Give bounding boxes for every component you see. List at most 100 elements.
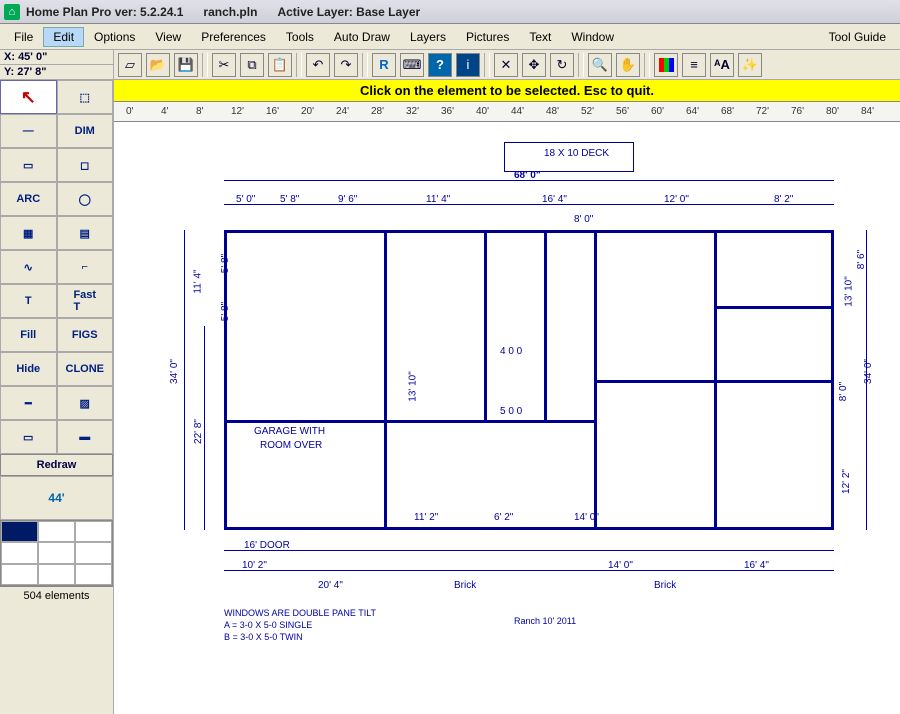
tool-grid[interactable]: ▦ bbox=[0, 216, 57, 250]
floor-plan: 18 X 10 DECK 68' 0" 5' 0" 5' 8" 9' 6" 11… bbox=[154, 136, 870, 636]
menu-edit[interactable]: Edit bbox=[43, 27, 84, 47]
tool-line[interactable]: — bbox=[0, 114, 57, 148]
ruler-tick: 56' bbox=[616, 106, 629, 117]
cut-icon[interactable]: ✂ bbox=[212, 53, 236, 77]
save-icon[interactable]: 💾 bbox=[174, 53, 198, 77]
tool-text[interactable]: T bbox=[0, 284, 57, 318]
zoom-icon[interactable]: 🔍 bbox=[588, 53, 612, 77]
menu-bar: File Edit Options View Preferences Tools… bbox=[0, 24, 900, 50]
color-swatch[interactable] bbox=[38, 521, 75, 542]
color-swatch[interactable] bbox=[38, 564, 75, 585]
ruler-tick: 48' bbox=[546, 106, 559, 117]
menu-window[interactable]: Window bbox=[561, 27, 624, 47]
help-icon[interactable]: ? bbox=[428, 53, 452, 77]
tool-hide[interactable]: Hide bbox=[0, 352, 57, 386]
new-icon[interactable]: ▱ bbox=[118, 53, 142, 77]
font-icon[interactable]: ᴬA bbox=[710, 53, 734, 77]
tool-pattern[interactable]: ▨ bbox=[57, 386, 114, 420]
ruler-tick: 84' bbox=[861, 106, 874, 117]
move-icon[interactable]: ✥ bbox=[522, 53, 546, 77]
title-bar: ⌂ Home Plan Pro ver: 5.2.24.1 ranch.pln … bbox=[0, 0, 900, 24]
tool-curve[interactable]: ∿ bbox=[0, 250, 57, 284]
main-toolbar: ▱ 📂 💾 ✂ ⧉ 📋 ↶ ↷ R ⌨ ? i ✕ ✥ ↻ 🔍 ✋ ≡ ᴬA ✨ bbox=[114, 50, 900, 79]
tool-pointer[interactable]: ↖ bbox=[0, 80, 57, 114]
calc-icon[interactable]: ⌨ bbox=[400, 53, 424, 77]
ruler-tick: 60' bbox=[651, 106, 664, 117]
ruler-tick: 20' bbox=[301, 106, 314, 117]
color-swatch[interactable] bbox=[75, 521, 112, 542]
ruler-tick: 32' bbox=[406, 106, 419, 117]
element-count: 504 elements bbox=[0, 586, 113, 604]
tool-clone[interactable]: CLONE bbox=[57, 352, 114, 386]
color-swatch[interactable] bbox=[1, 542, 38, 563]
ruler-tick: 12' bbox=[231, 106, 244, 117]
paste-icon[interactable]: 📋 bbox=[268, 53, 292, 77]
tool-panel: ↖⬚—DIM▭◻ARC◯▦▤∿⌐TFastTFillFIGSHideCLONE━… bbox=[0, 80, 114, 714]
delete-icon[interactable]: ✕ bbox=[494, 53, 518, 77]
linestyle-icon[interactable]: ≡ bbox=[682, 53, 706, 77]
ruler-tick: 76' bbox=[791, 106, 804, 117]
redo-icon[interactable]: ↷ bbox=[334, 53, 358, 77]
drawing-canvas[interactable]: 18 X 10 DECK 68' 0" 5' 0" 5' 8" 9' 6" 11… bbox=[114, 122, 900, 714]
tool-dim[interactable]: DIM bbox=[57, 114, 114, 148]
effects-icon[interactable]: ✨ bbox=[738, 53, 762, 77]
menu-pictures[interactable]: Pictures bbox=[456, 27, 519, 47]
menu-view[interactable]: View bbox=[145, 27, 191, 47]
tool-select-rect[interactable]: ⬚ bbox=[57, 80, 114, 114]
ruler-tick: 36' bbox=[441, 106, 454, 117]
ruler-tick: 80' bbox=[826, 106, 839, 117]
color-swatch[interactable] bbox=[1, 521, 38, 542]
ruler-icon[interactable]: R bbox=[372, 53, 396, 77]
tool-fill[interactable]: Fill bbox=[0, 318, 57, 352]
tool-circle[interactable]: ◯ bbox=[57, 182, 114, 216]
coordinate-display: X: 45' 0" Y: 27' 8" bbox=[0, 50, 114, 79]
ruler-tick: 28' bbox=[371, 106, 384, 117]
menu-toolguide[interactable]: Tool Guide bbox=[819, 27, 896, 47]
ruler-tick: 0' bbox=[126, 106, 133, 117]
tool-shape[interactable]: ◻ bbox=[57, 148, 114, 182]
menu-autodraw[interactable]: Auto Draw bbox=[324, 27, 400, 47]
color-swatch[interactable] bbox=[1, 564, 38, 585]
undo-icon[interactable]: ↶ bbox=[306, 53, 330, 77]
tool-rect-fill[interactable]: ▬ bbox=[57, 420, 114, 454]
tool-door[interactable]: ⌐ bbox=[57, 250, 114, 284]
menu-preferences[interactable]: Preferences bbox=[191, 27, 276, 47]
tool-arc[interactable]: ARC bbox=[0, 182, 57, 216]
tool-fast-text[interactable]: FastT bbox=[57, 284, 114, 318]
tool-rect2[interactable]: ▭ bbox=[0, 420, 57, 454]
tool-figs[interactable]: FIGS bbox=[57, 318, 114, 352]
ruler-horizontal: 0'4'8'12'16'20'24'28'32'36'40'44'48'52'5… bbox=[114, 102, 900, 122]
menu-tools[interactable]: Tools bbox=[276, 27, 324, 47]
ruler-tick: 24' bbox=[336, 106, 349, 117]
ruler-tick: 64' bbox=[686, 106, 699, 117]
rotate-icon[interactable]: ↻ bbox=[550, 53, 574, 77]
open-icon[interactable]: 📂 bbox=[146, 53, 170, 77]
info-icon[interactable]: i bbox=[456, 53, 480, 77]
ruler-tick: 52' bbox=[581, 106, 594, 117]
copy-icon[interactable]: ⧉ bbox=[240, 53, 264, 77]
color-swatch[interactable] bbox=[75, 542, 112, 563]
ruler-tick: 40' bbox=[476, 106, 489, 117]
angle-display: 44' bbox=[0, 476, 113, 520]
rgb-icon[interactable] bbox=[654, 53, 678, 77]
menu-layers[interactable]: Layers bbox=[400, 27, 456, 47]
redraw-button[interactable]: Redraw bbox=[0, 454, 113, 476]
color-swatch[interactable] bbox=[38, 542, 75, 563]
menu-options[interactable]: Options bbox=[84, 27, 145, 47]
ruler-tick: 16' bbox=[266, 106, 279, 117]
tool-bold-line[interactable]: ━ bbox=[0, 386, 57, 420]
toolbar-row: X: 45' 0" Y: 27' 8" ▱ 📂 💾 ✂ ⧉ 📋 ↶ ↷ R ⌨ … bbox=[0, 50, 900, 80]
hand-icon[interactable]: ✋ bbox=[616, 53, 640, 77]
color-swatch[interactable] bbox=[75, 564, 112, 585]
hint-bar: Click on the element to be selected. Esc… bbox=[114, 80, 900, 102]
menu-text[interactable]: Text bbox=[519, 27, 561, 47]
app-icon: ⌂ bbox=[4, 4, 20, 20]
color-palette[interactable] bbox=[0, 520, 113, 586]
tool-rect[interactable]: ▭ bbox=[0, 148, 57, 182]
menu-file[interactable]: File bbox=[4, 27, 43, 47]
canvas-area: Click on the element to be selected. Esc… bbox=[114, 80, 900, 714]
ruler-tick: 44' bbox=[511, 106, 524, 117]
ruler-tick: 72' bbox=[756, 106, 769, 117]
tool-fill-grid[interactable]: ▤ bbox=[57, 216, 114, 250]
ruler-tick: 4' bbox=[161, 106, 168, 117]
